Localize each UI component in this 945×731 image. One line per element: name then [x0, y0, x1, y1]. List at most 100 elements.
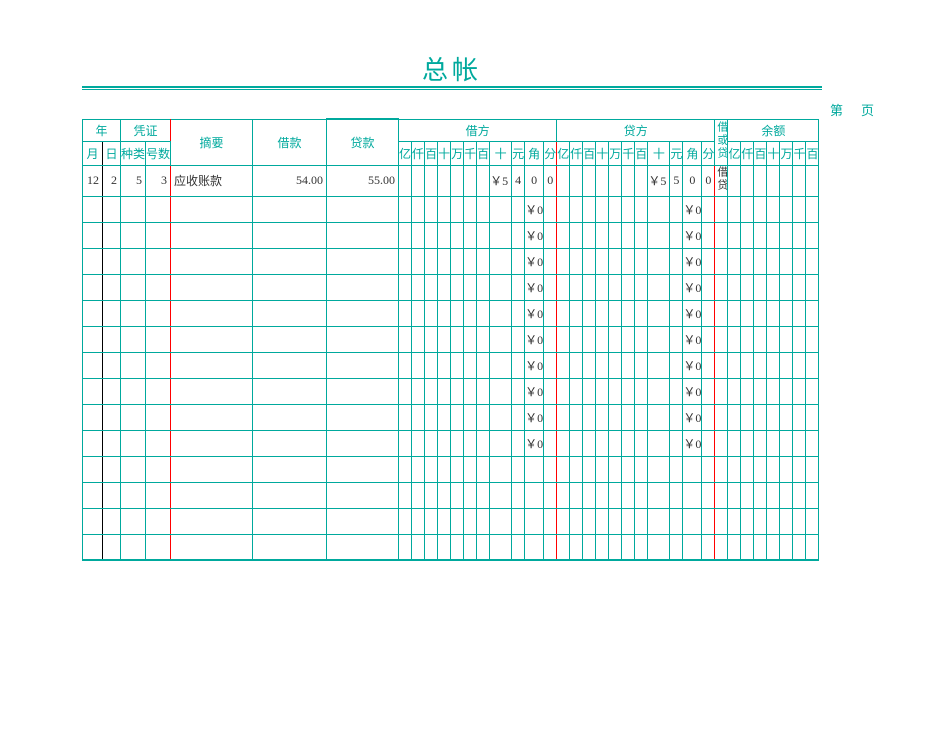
- cell-cq: [557, 534, 570, 560]
- cell-dq: [399, 196, 412, 222]
- cell-dq: [477, 482, 490, 508]
- cell-dq: ￥0: [525, 352, 544, 378]
- cell-cq: [622, 222, 635, 248]
- cell-dq: [512, 404, 525, 430]
- cell-dq: [544, 248, 557, 274]
- cell-dq: [438, 534, 451, 560]
- cell-credit: [327, 534, 399, 560]
- cell-bal: [793, 196, 806, 222]
- cell-debit: [253, 248, 327, 274]
- cell-flag: [715, 404, 728, 430]
- cell-cq: [596, 404, 609, 430]
- cell-cq: ￥0: [683, 352, 702, 378]
- cell-cq: [570, 274, 583, 300]
- cell-kind: [121, 300, 146, 326]
- cell-cq: [702, 222, 715, 248]
- cell-cq: [702, 300, 715, 326]
- cell-dq: [512, 430, 525, 456]
- cell-cq: 0: [702, 165, 715, 196]
- cell-cq: ￥0: [683, 378, 702, 404]
- cell-bal: [767, 534, 780, 560]
- cell-dq: [477, 222, 490, 248]
- cell-summary: [171, 352, 253, 378]
- cell-dq: [464, 326, 477, 352]
- cell-cq: [670, 378, 683, 404]
- cell-dq: [525, 482, 544, 508]
- cell-bal: [793, 222, 806, 248]
- cell-bal: [806, 165, 819, 196]
- cell-cq: [583, 404, 596, 430]
- cell-summary: 应收账款: [171, 165, 253, 196]
- cell-bal: [754, 352, 767, 378]
- cell-bal: [754, 508, 767, 534]
- cell-bal: [806, 274, 819, 300]
- cell-dq: [490, 378, 512, 404]
- cell-summary: [171, 326, 253, 352]
- cell-num: [146, 456, 171, 482]
- cell-bal: [780, 378, 793, 404]
- cell-num: [146, 352, 171, 378]
- cell-cq: [570, 430, 583, 456]
- cell-bal: [780, 508, 793, 534]
- hdr-voucher-kind: 种类: [121, 141, 146, 165]
- cell-summary: [171, 482, 253, 508]
- cell-bal: [780, 274, 793, 300]
- cell-dq: [544, 222, 557, 248]
- cell-cq: [596, 352, 609, 378]
- cell-cq: [557, 352, 570, 378]
- cell-credit: [327, 456, 399, 482]
- cell-dq: [512, 274, 525, 300]
- cell-flag: [715, 326, 728, 352]
- cell-bal: [806, 248, 819, 274]
- cell-dq: [399, 248, 412, 274]
- cell-debit: [253, 430, 327, 456]
- cell-bal: [767, 352, 780, 378]
- cell-credit: [327, 404, 399, 430]
- cell-dq: [490, 482, 512, 508]
- cell-dq: ￥0: [525, 430, 544, 456]
- cell-credit: 55.00: [327, 165, 399, 196]
- cell-dq: [544, 508, 557, 534]
- cell-debit: [253, 196, 327, 222]
- cell-cq: [557, 508, 570, 534]
- cell-bal: [806, 378, 819, 404]
- hdr-dq-3: 十: [438, 141, 451, 165]
- cell-bal: [793, 165, 806, 196]
- hdr-dc-flag: 借或贷: [715, 119, 728, 165]
- cell-flag: [715, 196, 728, 222]
- cell-dq: [490, 300, 512, 326]
- cell-dq: [425, 196, 438, 222]
- cell-cq: [648, 326, 670, 352]
- cell-debit: [253, 300, 327, 326]
- cell-cq: [622, 326, 635, 352]
- cell-cq: [583, 326, 596, 352]
- cell-cq: ￥0: [683, 222, 702, 248]
- cell-day: [103, 378, 121, 404]
- hdr-dq-4: 万: [451, 141, 464, 165]
- ledger-table: 年凭证摘要借款贷款借方贷方借或贷余额月日种类号数亿仟百十万千百十元角分亿仟百十万…: [82, 118, 819, 561]
- cell-bal: [754, 165, 767, 196]
- cell-cq: [557, 430, 570, 456]
- cell-bal: [741, 274, 754, 300]
- cell-cq: [635, 430, 648, 456]
- cell-bal: [793, 326, 806, 352]
- cell-cq: [609, 508, 622, 534]
- cell-dq: ￥5: [490, 165, 512, 196]
- cell-cq: [570, 248, 583, 274]
- cell-bal: [741, 326, 754, 352]
- cell-cq: [648, 300, 670, 326]
- cell-bal: [780, 456, 793, 482]
- cell-dq: [399, 222, 412, 248]
- cell-dq: ￥0: [525, 404, 544, 430]
- cell-dq: [512, 456, 525, 482]
- cell-cq: [557, 165, 570, 196]
- cell-bal: [754, 404, 767, 430]
- cell-cq: [670, 352, 683, 378]
- cell-dq: [512, 352, 525, 378]
- cell-debit: [253, 482, 327, 508]
- cell-dq: [464, 222, 477, 248]
- cell-month: [83, 378, 103, 404]
- cell-bal: [754, 196, 767, 222]
- cell-summary: [171, 378, 253, 404]
- cell-cq: [635, 274, 648, 300]
